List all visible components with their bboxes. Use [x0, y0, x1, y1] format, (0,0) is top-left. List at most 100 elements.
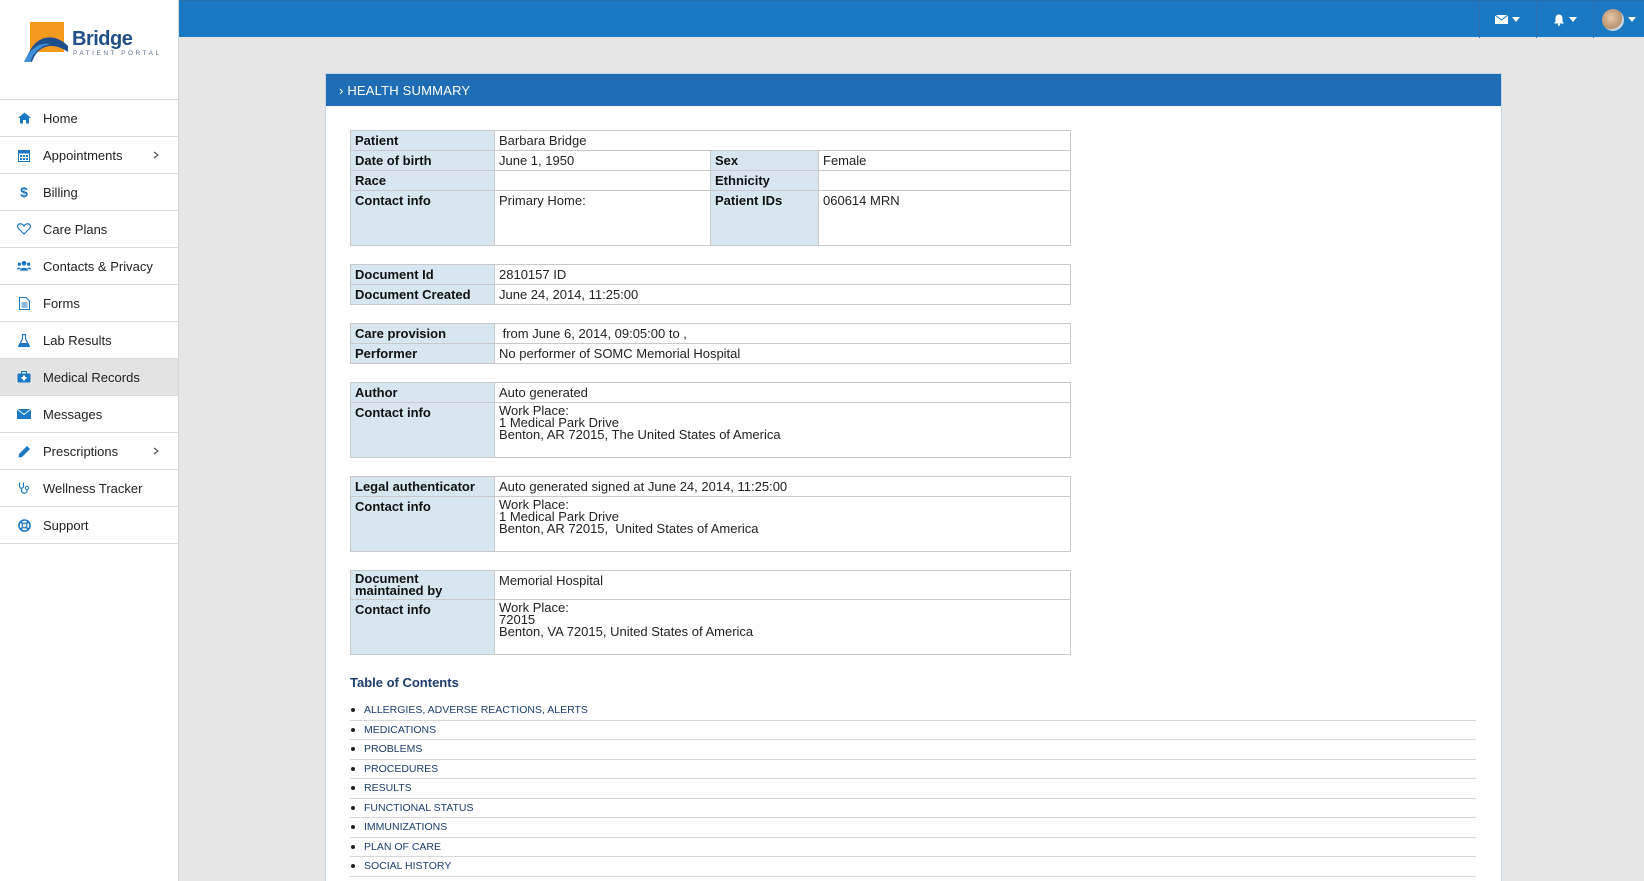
author-table: Author Auto generated Contact info Work …	[350, 382, 1071, 458]
document-id-value: 2810157 ID	[494, 264, 1071, 285]
performer-value: No performer of SOMC Memorial Hospital	[494, 343, 1071, 364]
race-value	[494, 170, 711, 191]
patient-ids-label: Patient IDs	[710, 190, 819, 246]
toc-link-results[interactable]: RESULTS	[350, 779, 1476, 799]
chevron-right-icon	[153, 447, 159, 455]
document-created-label: Document Created	[350, 284, 495, 305]
ethnicity-value	[818, 170, 1071, 191]
table-of-contents: ALLERGIES, ADVERSE REACTIONS, ALERTS MED…	[350, 701, 1476, 877]
sidebar-item-label: Medical Records	[43, 369, 140, 385]
sidebar-item-contacts-privacy[interactable]: Contacts & Privacy	[0, 248, 178, 285]
custodian-contact-value: Work Place: 72015 Benton, VA 72015, Unit…	[494, 599, 1071, 655]
toc-link-allergies[interactable]: ALLERGIES, ADVERSE REACTIONS, ALERTS	[350, 701, 1476, 721]
author-label: Author	[350, 382, 495, 403]
care-provision-value: from June 6, 2014, 09:05:00 to ,	[494, 323, 1071, 344]
chevron-right-icon	[153, 151, 159, 159]
toc-link-social-history[interactable]: SOCIAL HISTORY	[350, 857, 1476, 877]
user-menu-button[interactable]	[1593, 1, 1644, 38]
document-maintained-by-label: Document maintained by	[350, 570, 495, 600]
sidebar-item-label: Forms	[43, 295, 80, 311]
sidebar-item-label: Lab Results	[43, 332, 112, 348]
messages-dropdown-button[interactable]	[1479, 1, 1535, 38]
envelope-icon	[17, 407, 31, 421]
sidebar: Bridge PATIENT PORTAL Home Appointments …	[0, 0, 179, 881]
caret-down-icon	[1628, 17, 1636, 22]
sidebar-item-billing[interactable]: $ Billing	[0, 174, 178, 211]
address-line: Benton, AR 72015, The United States of A…	[499, 427, 781, 442]
sidebar-item-support[interactable]: Support	[0, 507, 178, 544]
legal-authenticator-value: Auto generated signed at June 24, 2014, …	[494, 476, 1071, 497]
users-icon	[17, 259, 31, 273]
address-line: Work Place:	[499, 600, 569, 615]
document-table: Document Id 2810157 ID Document Created …	[350, 264, 1071, 305]
panel-title: › HEALTH SUMMARY	[326, 74, 1501, 106]
sidebar-item-label: Home	[43, 110, 78, 126]
contact-info-label: Contact info	[350, 190, 495, 246]
sidebar-item-medical-records[interactable]: Medical Records	[0, 359, 178, 396]
legal-contact-label: Contact info	[350, 496, 495, 552]
sex-value: Female	[818, 150, 1071, 171]
race-label: Race	[350, 170, 495, 191]
bridge-logo-icon	[24, 22, 68, 62]
sidebar-item-appointments[interactable]: Appointments	[0, 137, 178, 174]
sidebar-item-label: Prescriptions	[43, 443, 119, 459]
home-icon	[17, 111, 31, 125]
toc-link-medications[interactable]: MEDICATIONS	[350, 721, 1476, 740]
performer-label: Performer	[350, 343, 495, 364]
custodian-table: Document maintained by Memorial Hospital…	[350, 570, 1071, 655]
sidebar-item-label: Appointments	[43, 147, 123, 163]
table-of-contents-title: Table of Contents	[350, 675, 459, 690]
top-bar	[179, 0, 1644, 38]
document-created-value: June 24, 2014, 11:25:00	[494, 284, 1071, 305]
sidebar-item-label: Wellness Tracker	[43, 480, 143, 496]
toc-link-plan-of-care[interactable]: PLAN OF CARE	[350, 838, 1476, 857]
care-provision-label: Care provision	[350, 323, 495, 344]
caret-down-icon	[1568, 17, 1577, 22]
care-table: Care provision from June 6, 2014, 09:05:…	[350, 323, 1071, 364]
toc-link-immunizations[interactable]: IMMUNIZATIONS	[350, 818, 1476, 838]
address-line: Benton, AR 72015, United States of Ameri…	[499, 521, 759, 536]
pencil-icon	[17, 444, 31, 458]
sidebar-item-label: Messages	[43, 406, 103, 422]
patient-ids-value: 060614 MRN	[818, 190, 1071, 246]
author-contact-label: Contact info	[350, 402, 495, 458]
brand-subtitle: PATIENT PORTAL	[73, 50, 162, 57]
sidebar-item-home[interactable]: Home	[0, 100, 178, 137]
document-maintained-by-value: Memorial Hospital	[494, 570, 1071, 600]
sex-label: Sex	[710, 150, 819, 171]
sidebar-item-label: Billing	[43, 184, 78, 200]
dob-label: Date of birth	[350, 150, 495, 171]
envelope-icon	[1495, 15, 1508, 24]
sidebar-item-wellness-tracker[interactable]: Wellness Tracker	[0, 470, 178, 507]
sidebar-item-forms[interactable]: Forms	[0, 285, 178, 322]
toc-link-functional-status[interactable]: FUNCTIONAL STATUS	[350, 799, 1476, 818]
flask-icon	[17, 333, 31, 347]
sidebar-item-label: Care Plans	[43, 221, 108, 237]
document-icon	[17, 296, 31, 310]
notifications-dropdown-button[interactable]	[1536, 1, 1592, 38]
toc-link-procedures[interactable]: PROCEDURES	[350, 760, 1476, 779]
patient-table: Patient Barbara Bridge Date of birth Jun…	[350, 130, 1071, 246]
document-id-label: Document Id	[350, 264, 495, 285]
contact-info-value: Primary Home:	[494, 190, 711, 246]
health-summary-panel: › HEALTH SUMMARY Patient Barbara Bridge …	[325, 73, 1502, 881]
sidebar-item-care-plans[interactable]: Care Plans	[0, 211, 178, 248]
patient-value: Barbara Bridge	[494, 130, 1071, 151]
legal-contact-value: Work Place: 1 Medical Park Drive Benton,…	[494, 496, 1071, 552]
brand-name: Bridge	[72, 28, 133, 50]
logo[interactable]: Bridge PATIENT PORTAL	[0, 0, 178, 100]
sidebar-item-lab-results[interactable]: Lab Results	[0, 322, 178, 359]
dob-value: June 1, 1950	[494, 150, 711, 171]
dollar-icon: $	[20, 184, 28, 200]
medkit-icon	[17, 370, 31, 384]
custodian-contact-label: Contact info	[350, 599, 495, 655]
toc-link-problems[interactable]: PROBLEMS	[350, 740, 1476, 760]
author-value: Auto generated	[494, 382, 1071, 403]
avatar	[1602, 8, 1624, 31]
sidebar-item-messages[interactable]: Messages	[0, 396, 178, 433]
calendar-icon	[17, 148, 31, 162]
caret-down-icon	[1512, 17, 1520, 22]
sidebar-item-label: Contacts & Privacy	[43, 258, 153, 274]
sidebar-item-prescriptions[interactable]: Prescriptions	[0, 433, 178, 470]
bell-icon	[1553, 14, 1564, 26]
